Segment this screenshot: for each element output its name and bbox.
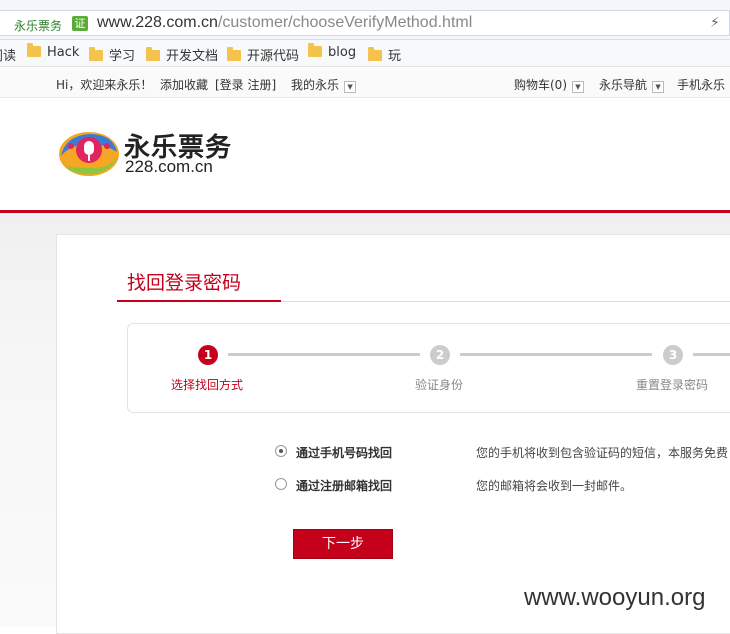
step-2-label: 验证身份 — [415, 378, 464, 392]
step-connector — [228, 353, 420, 356]
cart-label: 购物车(0) — [514, 78, 567, 92]
site-header: 永乐票务 228.com.cn — [0, 99, 730, 212]
folder-icon — [308, 43, 322, 57]
bookmark-open-source[interactable]: 开源代码 — [227, 45, 299, 64]
add-favorite-link[interactable]: 添加收藏 — [160, 76, 208, 93]
browser-address-area: 永乐票务 证 www.228.com.cn/customer/chooseVer… — [0, 0, 730, 40]
email-option-label[interactable]: 通过注册邮箱找回 — [296, 477, 392, 494]
bookmark-label: 开源代码 — [247, 49, 300, 64]
step-connector — [460, 353, 652, 356]
chevron-down-icon: ▼ — [652, 81, 665, 93]
mobile-link[interactable]: 手机永乐 — [677, 76, 725, 93]
step-2-badge: 2 — [430, 345, 450, 365]
greeting-text: Hi，欢迎来永乐！ — [56, 78, 153, 92]
next-step-button[interactable]: 下一步 — [293, 529, 393, 559]
chevron-down-icon: ▼ — [344, 81, 357, 93]
phone-radio[interactable] — [275, 445, 287, 457]
title-underline — [117, 300, 281, 302]
bookmark-blog[interactable]: blog — [308, 43, 357, 60]
folder-icon — [146, 47, 160, 61]
bookmark-label: Hack — [47, 45, 80, 60]
lightning-icon[interactable]: ⚡ — [710, 15, 720, 31]
my-yongle-label: 我的永乐 — [291, 78, 340, 92]
address-bar[interactable]: 永乐票务 证 www.228.com.cn/customer/chooseVer… — [0, 10, 730, 36]
step-connector — [693, 353, 730, 356]
folder-icon — [368, 47, 382, 61]
folder-icon — [27, 43, 41, 57]
step-3-badge: 3 — [663, 345, 683, 365]
logo-icon[interactable] — [55, 126, 119, 178]
page-title: 找回登录密码 — [127, 272, 242, 294]
chevron-down-icon: ▼ — [572, 81, 584, 93]
bookmark-reading[interactable]: 阅读 — [0, 45, 16, 64]
login-register-link[interactable]: [登录 注册] — [215, 76, 276, 93]
bookmark-label: 学习 — [109, 49, 136, 64]
bookmark-study[interactable]: 学习 — [89, 45, 135, 64]
certificate-icon[interactable]: 证 — [72, 16, 88, 31]
my-yongle-menu[interactable]: 我的永乐 ▼ — [291, 76, 357, 93]
site-topbar: Hi，欢迎来永乐！ 添加收藏 [登录 注册] 我的永乐 ▼ 购物车(0) ▼ 永乐导… — [0, 68, 730, 98]
cart-menu[interactable]: 购物车(0) ▼ — [514, 76, 584, 93]
bookmark-label: 玩 — [388, 49, 402, 64]
folder-icon — [89, 47, 103, 61]
step-1-label: 选择找回方式 — [171, 378, 244, 392]
url-path: /customer/chooseVerifyMethod.html — [217, 14, 473, 31]
watermark-text: www.wooyun.org — [524, 584, 706, 611]
email-option-desc: 您的邮箱将会收到一封邮件。 — [476, 479, 633, 493]
url-host: www.228.com.cn — [97, 14, 218, 31]
site-identity[interactable]: 永乐票务 — [14, 17, 62, 34]
bookmark-play[interactable]: 玩 — [368, 45, 401, 64]
bookmark-label: 开发文档 — [166, 49, 219, 64]
url-text[interactable]: www.228.com.cn/customer/chooseVerifyMeth… — [97, 14, 472, 32]
bookmark-label: 阅读 — [0, 49, 17, 64]
phone-option-desc: 您的手机将收到包含验证码的短信，本服务免费 — [476, 446, 729, 460]
bookmark-label: blog — [328, 45, 357, 60]
bookmark-hack[interactable]: Hack — [27, 43, 80, 60]
step-1-badge: 1 — [198, 345, 218, 365]
folder-icon — [227, 47, 241, 61]
step-3-label: 重置登录密码 — [636, 378, 709, 392]
bookmark-dev-docs[interactable]: 开发文档 — [146, 45, 218, 64]
bookmarks-bar: 阅读 Hack 学习 开发文档 开源代码 blog 玩 — [0, 40, 730, 67]
site-nav-label: 永乐导航 — [599, 78, 648, 92]
email-radio[interactable] — [275, 478, 287, 490]
site-nav-menu[interactable]: 永乐导航 ▼ — [599, 76, 665, 93]
phone-option-label[interactable]: 通过手机号码找回 — [296, 444, 392, 461]
logo-domain-text[interactable]: 228.com.cn — [125, 157, 213, 177]
step-progress: 1 2 3 选择找回方式 验证身份 重置登录密码 — [127, 323, 730, 413]
